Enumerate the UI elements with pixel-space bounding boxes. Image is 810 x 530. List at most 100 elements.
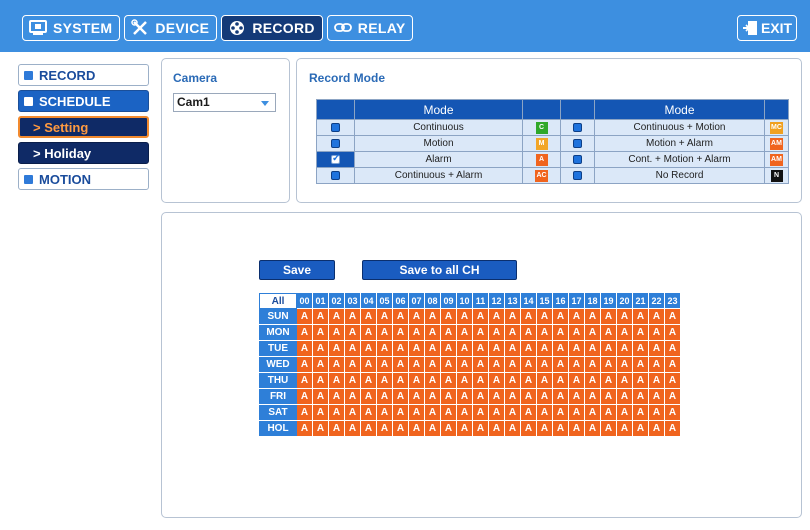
schedule-cell[interactable]: A [649,421,665,437]
schedule-cell[interactable]: A [393,325,409,341]
schedule-cell[interactable]: A [633,405,649,421]
schedule-cell[interactable]: A [489,325,505,341]
schedule-cell[interactable]: A [329,389,345,405]
schedule-cell[interactable]: A [457,309,473,325]
hour-header-19[interactable]: 19 [601,293,617,309]
hour-header-01[interactable]: 01 [313,293,329,309]
schedule-cell[interactable]: A [409,421,425,437]
schedule-cell[interactable]: A [521,341,537,357]
schedule-cell[interactable]: A [473,405,489,421]
schedule-cell[interactable]: A [361,357,377,373]
mode-checkbox-continuous-alarm[interactable] [331,170,340,180]
schedule-cell[interactable]: A [569,325,585,341]
schedule-cell[interactable]: A [649,325,665,341]
schedule-cell[interactable]: A [553,341,569,357]
schedule-cell[interactable]: A [361,389,377,405]
schedule-cell[interactable]: A [537,325,553,341]
schedule-cell[interactable]: A [377,325,393,341]
schedule-cell[interactable]: A [441,341,457,357]
schedule-cell[interactable]: A [505,421,521,437]
schedule-cell[interactable]: A [633,325,649,341]
schedule-cell[interactable]: A [361,373,377,389]
schedule-cell[interactable]: A [313,405,329,421]
schedule-cell[interactable]: A [345,389,361,405]
sidebar-item-schedule[interactable]: SCHEDULE [18,90,149,112]
sidebar-item-motion[interactable]: MOTION [18,168,149,190]
day-header-sat[interactable]: SAT [259,405,297,421]
schedule-cell[interactable]: A [649,405,665,421]
schedule-cell[interactable]: A [537,373,553,389]
schedule-cell[interactable]: A [441,325,457,341]
schedule-cell[interactable]: A [553,325,569,341]
schedule-cell[interactable]: A [361,341,377,357]
schedule-cell[interactable]: A [409,325,425,341]
schedule-cell[interactable]: A [409,357,425,373]
schedule-cell[interactable]: A [489,405,505,421]
schedule-cell[interactable]: A [441,309,457,325]
schedule-cell[interactable]: A [409,341,425,357]
save-to-all-ch-button[interactable]: Save to all CH [362,260,517,280]
day-header-mon[interactable]: MON [259,325,297,341]
hour-header-03[interactable]: 03 [345,293,361,309]
schedule-cell[interactable]: A [585,373,601,389]
schedule-cell[interactable]: A [441,373,457,389]
schedule-cell[interactable]: A [649,357,665,373]
hour-header-12[interactable]: 12 [489,293,505,309]
mode-checkbox-cont-motion-alarm[interactable] [573,154,582,164]
schedule-cell[interactable]: A [665,341,681,357]
schedule-cell[interactable]: A [377,373,393,389]
schedule-cell[interactable]: A [425,309,441,325]
schedule-cell[interactable]: A [473,373,489,389]
schedule-cell[interactable]: A [361,309,377,325]
schedule-cell[interactable]: A [665,405,681,421]
schedule-cell[interactable]: A [537,309,553,325]
schedule-cell[interactable]: A [505,373,521,389]
schedule-cell[interactable]: A [617,341,633,357]
schedule-cell[interactable]: A [345,357,361,373]
schedule-cell[interactable]: A [649,389,665,405]
schedule-cell[interactable]: A [457,421,473,437]
schedule-cell[interactable]: A [425,389,441,405]
schedule-cell[interactable]: A [441,405,457,421]
schedule-cell[interactable]: A [489,357,505,373]
mode-checkbox-motion-alarm[interactable] [573,138,582,148]
schedule-cell[interactable]: A [345,341,361,357]
schedule-cell[interactable]: A [393,341,409,357]
schedule-cell[interactable]: A [505,389,521,405]
schedule-cell[interactable]: A [633,389,649,405]
schedule-cell[interactable]: A [665,421,681,437]
schedule-cell[interactable]: A [665,357,681,373]
schedule-cell[interactable]: A [601,309,617,325]
exit-button[interactable]: EXIT [737,15,797,41]
hour-header-10[interactable]: 10 [457,293,473,309]
schedule-cell[interactable]: A [345,309,361,325]
schedule-cell[interactable]: A [537,357,553,373]
schedule-cell[interactable]: A [377,309,393,325]
schedule-cell[interactable]: A [313,325,329,341]
schedule-cell[interactable]: A [521,405,537,421]
schedule-cell[interactable]: A [361,421,377,437]
hour-header-16[interactable]: 16 [553,293,569,309]
schedule-cell[interactable]: A [297,389,313,405]
schedule-cell[interactable]: A [425,421,441,437]
schedule-cell[interactable]: A [329,373,345,389]
schedule-cell[interactable]: A [377,389,393,405]
schedule-cell[interactable]: A [505,325,521,341]
schedule-cell[interactable]: A [537,405,553,421]
schedule-cell[interactable]: A [425,405,441,421]
schedule-cell[interactable]: A [553,389,569,405]
hour-header-18[interactable]: 18 [585,293,601,309]
schedule-cell[interactable]: A [617,357,633,373]
schedule-cell[interactable]: A [297,325,313,341]
schedule-cell[interactable]: A [345,373,361,389]
schedule-cell[interactable]: A [473,389,489,405]
schedule-cell[interactable]: A [473,309,489,325]
schedule-cell[interactable]: A [425,357,441,373]
hour-header-17[interactable]: 17 [569,293,585,309]
schedule-cell[interactable]: A [473,325,489,341]
schedule-cell[interactable]: A [377,421,393,437]
sidebar-item-holiday[interactable]: > Holiday [18,142,149,164]
schedule-cell[interactable]: A [297,373,313,389]
schedule-cell[interactable]: A [585,309,601,325]
schedule-cell[interactable]: A [457,341,473,357]
